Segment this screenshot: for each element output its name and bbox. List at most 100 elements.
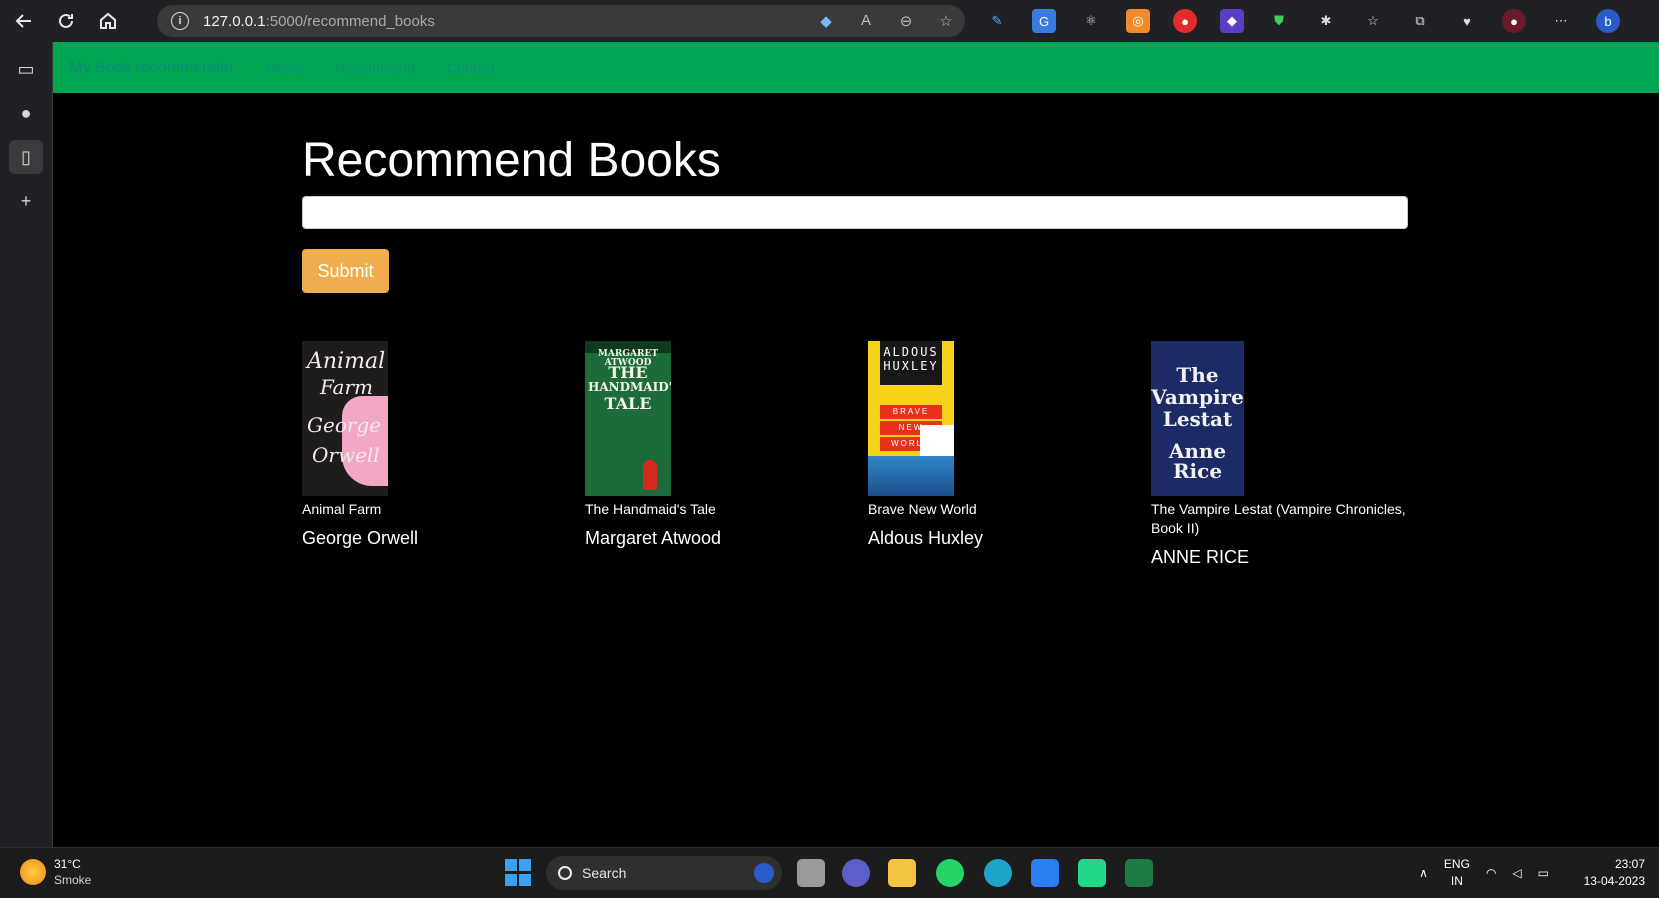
cover-text: Vampire <box>1151 385 1244 409</box>
pycharm-icon[interactable] <box>1078 859 1106 887</box>
cover-text: ALDOUS <box>883 345 939 359</box>
search-icon <box>558 866 572 880</box>
cover-text: The <box>1176 363 1219 387</box>
url-path: :5000/recommend_books <box>265 12 435 30</box>
brave-extension-icon[interactable]: ◎ <box>1126 9 1150 33</box>
submit-button[interactable]: Submit <box>302 249 389 293</box>
wifi-icon[interactable]: ◠ <box>1486 866 1496 880</box>
favorite-add-icon[interactable]: ☆ <box>937 12 955 30</box>
chevron-up-icon[interactable]: ∧ <box>1419 866 1428 880</box>
edge-browser-icon[interactable] <box>984 859 1012 887</box>
cover-text: Animal <box>307 349 386 374</box>
lang-bottom: IN <box>1450 874 1463 888</box>
pen-extension-icon[interactable]: ✎ <box>985 9 1009 33</box>
whatsapp-icon[interactable] <box>936 859 964 887</box>
clock-time: 23:07 <box>1614 857 1645 871</box>
book-author: Margaret Atwood <box>585 528 722 548</box>
extensions-icon[interactable]: ✱ <box>1314 9 1338 33</box>
brand-link[interactable]: My Book recommender <box>69 59 234 77</box>
cover-text: BRAVE <box>880 405 942 419</box>
tag-icon[interactable]: ◆ <box>817 12 835 30</box>
book-card: Animal Farm George Orwell Animal Farm Ge… <box>302 341 562 549</box>
address-bar[interactable]: i 127.0.0.1:5000/recommend_books ◆ A ⊖ ☆ <box>157 5 965 37</box>
browser-toolbar: i 127.0.0.1:5000/recommend_books ◆ A ⊖ ☆… <box>0 0 1659 42</box>
todo-icon[interactable] <box>1031 859 1059 887</box>
purple-extension-icon[interactable]: ◆ <box>1220 9 1244 33</box>
cover-text: HANDMAID'S <box>588 380 671 394</box>
profile-avatar[interactable]: ● <box>1502 9 1526 33</box>
clock[interactable]: 23:07 13-04-2023 <box>1584 856 1645 890</box>
home-icon[interactable] <box>90 3 126 39</box>
collections-icon[interactable]: ⧉ <box>1408 9 1432 33</box>
windows-start-icon[interactable] <box>505 859 533 887</box>
favorites-icon[interactable]: ☆ <box>1361 9 1385 33</box>
book-author: ANNE RICE <box>1151 547 1250 567</box>
back-icon[interactable] <box>6 3 42 39</box>
site-navbar: My Book recommender Home Recommend Conta… <box>53 42 1659 93</box>
book-title: Animal Farm <box>302 501 382 517</box>
browser-sidebar: ▭ ● ▯ + <box>0 42 53 847</box>
excel-icon[interactable] <box>1125 859 1153 887</box>
cover-text: TALE <box>604 394 652 413</box>
web-page: My Book recommender Home Recommend Conta… <box>53 42 1659 847</box>
book-author: George Orwell <box>302 528 419 548</box>
site-info-icon[interactable]: i <box>171 12 189 30</box>
search-label: Search <box>582 865 627 881</box>
shield-extension-icon[interactable]: ⛊ <box>1267 9 1291 33</box>
lang-top: ENG <box>1443 857 1470 871</box>
book-author: Aldous Huxley <box>868 528 984 548</box>
weather-sun-icon <box>20 859 46 885</box>
book-title: The Handmaid's Tale <box>585 501 716 517</box>
add-tab-icon[interactable]: + <box>9 184 43 218</box>
cover-text: Anne Rice <box>1168 439 1227 483</box>
page-title: Recommend Books <box>302 134 721 187</box>
book-results: Animal Farm George Orwell Animal Farm Ge… <box>302 341 1408 581</box>
book-card: ALDOUS HUXLEY BRAVE NEW WORLD Brave New … <box>868 341 1128 549</box>
clock-date: 13-04-2023 <box>1583 874 1645 888</box>
book-cover-image[interactable]: The Vampire Lestat Anne Rice <box>1151 341 1244 496</box>
react-devtools-icon[interactable]: ⚛ <box>1079 9 1103 33</box>
book-cover-image[interactable]: MARGARET ATWOOD THE HANDMAID'S TALE <box>585 341 671 496</box>
zoom-icon[interactable]: ⊖ <box>897 12 915 30</box>
bing-icon <box>754 863 774 883</box>
language-indicator[interactable]: ENG IN <box>1444 856 1470 890</box>
url-host: 127.0.0.1 <box>203 12 266 30</box>
teams-chat-icon[interactable] <box>842 859 870 887</box>
bing-chat-icon[interactable]: b <box>1596 9 1620 33</box>
battery-icon[interactable]: ▭ <box>1538 866 1549 880</box>
weather-widget[interactable]: 31°C Smoke <box>20 856 91 888</box>
github-icon[interactable]: ● <box>9 96 43 130</box>
cover-text: George <box>307 413 382 437</box>
more-menu-icon[interactable]: ⋯ <box>1549 9 1573 33</box>
windows-taskbar: 31°C Smoke Search ∧ ENG IN ◠ ◁ ▭ 23:07 1… <box>0 847 1659 898</box>
book-cover-image[interactable]: Animal Farm George Orwell <box>302 341 388 496</box>
nav-link-contact[interactable]: Contact <box>447 60 495 76</box>
cover-text: Orwell <box>312 443 380 467</box>
cover-text: Lestat <box>1162 407 1233 431</box>
nav-link-recommend[interactable]: Recommend <box>336 60 415 76</box>
file-explorer-icon[interactable] <box>888 859 916 887</box>
health-icon[interactable]: ♥ <box>1455 9 1479 33</box>
cover-text: HUXLEY <box>883 359 939 373</box>
volume-icon[interactable]: ◁ <box>1512 866 1521 880</box>
refresh-icon[interactable] <box>48 3 84 39</box>
book-title: The Vampire Lestat (Vampire Chronicles, … <box>1151 501 1406 536</box>
cover-text: Farm <box>320 375 373 399</box>
system-tray: ∧ ENG IN ◠ ◁ ▭ <box>1419 856 1549 890</box>
taskbar-search[interactable]: Search <box>546 856 782 890</box>
page-tab-icon[interactable]: ▯ <box>9 140 43 174</box>
task-view-icon[interactable] <box>797 859 825 887</box>
record-extension-icon[interactable]: ● <box>1173 9 1197 33</box>
translate-extension-icon[interactable]: G <box>1032 9 1056 33</box>
book-title: Brave New World <box>868 501 977 517</box>
book-search-input[interactable] <box>302 196 1408 229</box>
weather-condition: Smoke <box>54 873 92 887</box>
tab-actions-icon[interactable]: ▭ <box>9 52 43 86</box>
weather-temp: 31°C <box>54 857 81 871</box>
cover-text: THE <box>608 363 648 382</box>
read-aloud-icon[interactable]: A <box>857 12 875 30</box>
book-card: MARGARET ATWOOD THE HANDMAID'S TALE The … <box>585 341 845 549</box>
nav-link-home[interactable]: Home <box>266 60 303 76</box>
book-card: The Vampire Lestat Anne Rice The Vampire… <box>1151 341 1411 568</box>
book-cover-image[interactable]: ALDOUS HUXLEY BRAVE NEW WORLD <box>868 341 954 496</box>
